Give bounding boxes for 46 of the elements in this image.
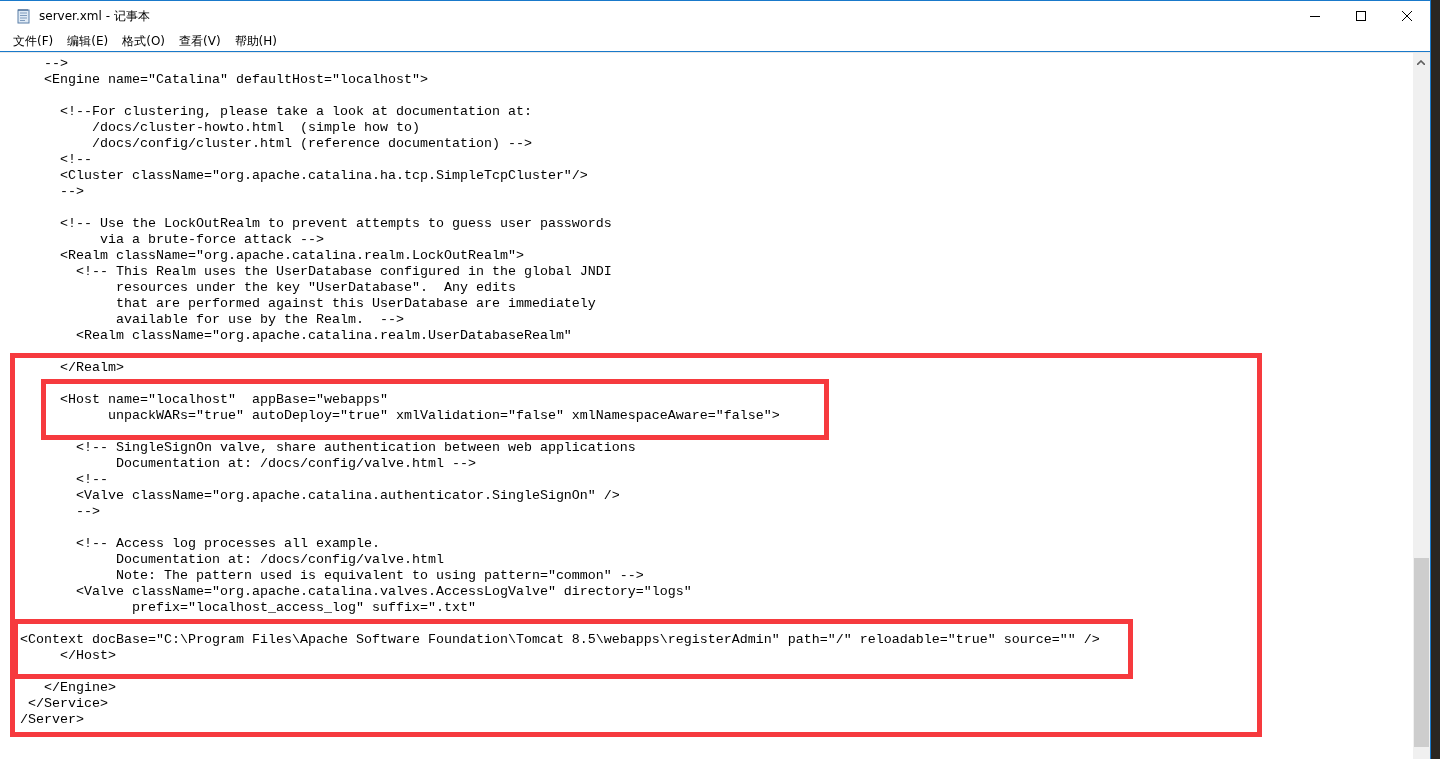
code-line: /Server> xyxy=(19,712,84,727)
code-line: <!-- SingleSignOn valve, share authentication between web applications xyxy=(75,440,636,455)
code-line: /docs/cluster-howto.html (simple how to) xyxy=(90,120,420,135)
code-line: Documentation at: /docs/config/valve.html --> xyxy=(114,456,476,471)
code-line: resources under the key "UserDatabase". Any edits xyxy=(114,280,516,295)
code-line: <!--For clustering, please take a look at documentation at: xyxy=(59,104,532,119)
code-line: via a brute-force attack --> xyxy=(98,232,324,247)
code-line: unpackWARs="true" autoDeploy="true" xmlValidation="false" xmlNamespaceAware="false"> xyxy=(106,408,780,423)
code-line: <!-- Use the LockOutRealm to prevent attempts to guess user passwords xyxy=(59,216,612,231)
code-line: <Context docBase="C:\Program Files\Apache Software Foundation\Tomcat 8.5\webapps\registerAdmin" path="/" reloadable="true" source="" /> xyxy=(19,632,1100,647)
scroll-up-icon[interactable] xyxy=(1417,60,1425,65)
scroll-thumb[interactable] xyxy=(1414,558,1429,747)
code-line: --> xyxy=(59,184,84,199)
menu-item[interactable]: 格式(O) xyxy=(116,32,172,50)
menu-item[interactable]: 编辑(E) xyxy=(61,32,115,50)
code-line: available for use by the Realm. --> xyxy=(114,312,404,327)
scrollbar[interactable] xyxy=(1413,53,1430,759)
code-line: prefix="localhost_access_log" suffix=".txt" xyxy=(130,600,476,615)
menu-item[interactable]: 文件(F) xyxy=(7,32,60,50)
code-line: </Host> xyxy=(59,648,116,663)
code-line: <Valve className="org.apache.catalina.valves.AccessLogValve" directory="logs" xyxy=(75,584,692,599)
code-line: <Realm className="org.apache.catalina.realm.UserDatabaseRealm" xyxy=(75,328,572,343)
window-title: server.xml - 记事本 xyxy=(39,7,150,25)
code-line: that are performed against this UserDatabase are immediately xyxy=(114,296,596,311)
menu-item[interactable]: 帮助(H) xyxy=(228,32,283,50)
code-line: <!-- This Realm uses the UserDatabase configured in the global JNDI xyxy=(75,264,612,279)
code-line: /docs/config/cluster.html (reference documentation) --> xyxy=(90,136,532,151)
code-line: <Engine name="Catalina" defaultHost="localhost"> xyxy=(43,72,428,87)
code-line: </Engine> xyxy=(43,680,116,695)
code-line: --> xyxy=(43,56,68,71)
code-line: Note: The pattern used is equivalent to using pattern="common" --> xyxy=(114,568,644,583)
code-line: </Realm> xyxy=(59,360,124,375)
code-line: <!-- Access log processes all example. xyxy=(75,536,380,551)
code-line: Documentation at: /docs/config/valve.html xyxy=(114,552,444,567)
code-line: <!-- xyxy=(59,152,92,167)
notepad-icon xyxy=(16,8,32,24)
code-line: <Cluster className="org.apache.catalina.ha.tcp.SimpleTcpCluster"/> xyxy=(59,168,588,183)
code-line: <Valve className="org.apache.catalina.authenticator.SingleSignOn" /> xyxy=(75,488,620,503)
code-line: <Host name="localhost" appBase="webapps" xyxy=(59,392,388,407)
code-line: </Service> xyxy=(27,696,108,711)
code-line: <!-- xyxy=(75,472,108,487)
maximize-icon xyxy=(1355,10,1367,22)
code-line: <Realm className="org.apache.catalina.realm.LockOutRealm"> xyxy=(59,248,524,263)
code-line: --> xyxy=(75,504,100,519)
menu-item[interactable]: 查看(V) xyxy=(173,32,227,50)
close-icon xyxy=(1401,10,1413,22)
